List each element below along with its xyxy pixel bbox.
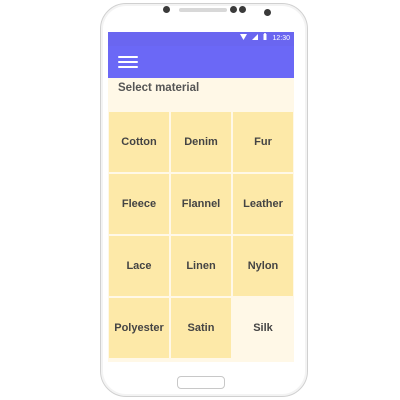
app-bar [108, 46, 294, 78]
material-label: Fur [254, 136, 272, 148]
material-label: Linen [186, 260, 216, 272]
status-bar: 12:30 [108, 32, 294, 46]
material-label: Flannel [181, 198, 221, 210]
material-tile-flannel[interactable]: Flannel [171, 174, 231, 234]
front-camera-icon [163, 6, 170, 13]
material-label: Polyester [114, 322, 164, 334]
signal-icon [252, 32, 259, 46]
hamburger-menu-icon[interactable] [118, 55, 140, 69]
earpiece-speaker [179, 8, 227, 12]
material-label: Cotton [121, 136, 157, 148]
material-tile-denim[interactable]: Denim [171, 112, 231, 172]
app-screen: 12:30 Select material Cotton Denim Fur F… [108, 32, 294, 362]
material-tile-cotton[interactable]: Cotton [109, 112, 169, 172]
material-label: Nylon [247, 260, 279, 272]
sensor-dot-icon [230, 6, 237, 13]
material-label: Denim [184, 136, 218, 148]
material-tile-silk[interactable]: Silk [233, 298, 293, 358]
material-tile-leather[interactable]: Leather [233, 174, 293, 234]
battery-icon [263, 32, 267, 46]
material-label: Leather [243, 198, 283, 210]
camera-dot-icon [264, 9, 271, 16]
page-title: Select material [118, 82, 200, 94]
material-label: Satin [187, 322, 215, 334]
material-tile-linen[interactable]: Linen [171, 236, 231, 296]
status-time: 12:30 [272, 35, 290, 42]
material-tile-lace[interactable]: Lace [109, 236, 169, 296]
material-tile-polyester[interactable]: Polyester [109, 298, 169, 358]
material-tile-fur[interactable]: Fur [233, 112, 293, 172]
material-tile-satin[interactable]: Satin [171, 298, 231, 358]
material-tile-fleece[interactable]: Fleece [109, 174, 169, 234]
sensor-dot-icon [239, 6, 246, 13]
material-label: Lace [126, 260, 152, 272]
material-label: Silk [253, 322, 273, 334]
wifi-icon [240, 32, 248, 46]
material-tile-nylon[interactable]: Nylon [233, 236, 293, 296]
material-label: Fleece [121, 198, 157, 210]
home-button[interactable] [177, 376, 225, 389]
